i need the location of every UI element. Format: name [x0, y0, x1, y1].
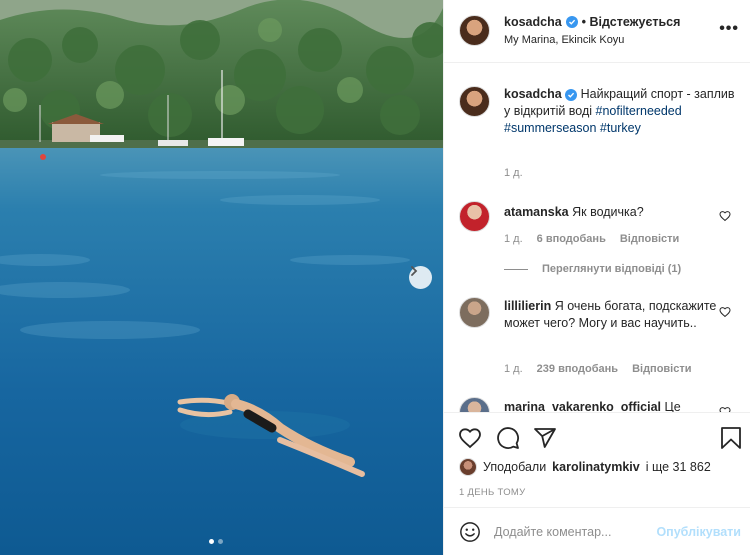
- share-send-icon[interactable]: [533, 426, 557, 450]
- add-comment-bar: Опублікувати: [444, 507, 750, 555]
- photo-scene: [0, 0, 443, 555]
- commenter-avatar[interactable]: [459, 397, 490, 412]
- carousel-dot: [218, 539, 223, 544]
- caption-avatar[interactable]: [459, 86, 490, 117]
- emoji-icon[interactable]: [459, 521, 481, 543]
- view-replies-label: Переглянути відповіді (1): [542, 263, 682, 275]
- caption-text: kosadcha Найкращий спорт - заплив у відк…: [504, 86, 740, 137]
- publish-button[interactable]: Опублікувати: [656, 525, 741, 539]
- liked-by-line: Уподобали karolinatymkiv і ще 31 862: [459, 458, 711, 476]
- comment-bubble-icon[interactable]: [496, 426, 520, 450]
- caption-meta: 1 д.: [504, 167, 523, 179]
- commenter-avatar[interactable]: [459, 297, 490, 328]
- more-options-icon[interactable]: •••: [719, 21, 739, 37]
- comment-username[interactable]: marina_vakarenko_official: [504, 400, 661, 412]
- carousel-next-button[interactable]: [409, 266, 432, 289]
- like-heart-icon[interactable]: [458, 426, 482, 450]
- comment-text: lillilierin Я очень богата, подскажите м…: [504, 298, 740, 332]
- hashtag-link[interactable]: #nofilterneeded: [596, 104, 682, 118]
- comment-meta: 1 д. 6 вподобань Відповісти: [504, 233, 679, 245]
- verified-badge-icon: [565, 89, 578, 101]
- replies-divider: [504, 268, 528, 270]
- comment-likes[interactable]: 6 вподобань: [537, 233, 606, 245]
- post-actions: Уподобали karolinatymkiv і ще 31 862 1 Д…: [444, 412, 750, 520]
- comment-username[interactable]: lillilierin: [504, 299, 551, 313]
- hashtag-link[interactable]: #summerseason: [504, 121, 596, 135]
- carousel-indicator: [209, 539, 223, 544]
- author-header-line: kosadcha • Відстежується: [504, 15, 680, 29]
- reply-button[interactable]: Відповісти: [620, 233, 679, 245]
- liked-by-prefix: Уподобали: [483, 460, 547, 474]
- liked-by-suffix[interactable]: і ще 31 862: [646, 460, 711, 474]
- comment-username[interactable]: atamanska: [504, 205, 569, 219]
- follow-status[interactable]: • Відстежується: [582, 15, 681, 29]
- caption-username[interactable]: kosadcha: [504, 87, 562, 101]
- post-header: kosadcha • Відстежується My Marina, Ekin…: [444, 0, 750, 63]
- comment-age[interactable]: 1 д.: [504, 363, 523, 375]
- post-photo[interactable]: [0, 0, 443, 555]
- comment-body: Як водичка?: [572, 205, 644, 219]
- liker-avatar[interactable]: [459, 458, 477, 476]
- comment-text: atamanska Як водичка?: [504, 204, 740, 221]
- comment-meta: 1 д. 239 вподобань Відповісти: [504, 363, 692, 375]
- post-sidebar: kosadcha • Відстежується My Marina, Ekin…: [443, 0, 750, 555]
- caption-age[interactable]: 1 д.: [504, 167, 523, 179]
- author-avatar[interactable]: [459, 15, 490, 46]
- verified-badge-icon: [565, 16, 578, 28]
- view-replies-button[interactable]: Переглянути відповіді (1): [504, 263, 681, 275]
- comment-likes[interactable]: 239 вподобань: [537, 363, 618, 375]
- save-bookmark-icon[interactable]: [720, 426, 742, 450]
- post-timestamp[interactable]: 1 ДЕНЬ ТОМУ: [459, 487, 525, 498]
- like-comment-heart-icon[interactable]: [719, 306, 731, 318]
- post-location[interactable]: My Marina, Ekincik Koyu: [504, 34, 624, 46]
- reply-button[interactable]: Відповісти: [632, 363, 691, 375]
- comments-list[interactable]: kosadcha Найкращий спорт - заплив у відк…: [444, 64, 750, 412]
- liked-by-user[interactable]: karolinatymkiv: [552, 460, 640, 474]
- author-username[interactable]: kosadcha: [504, 15, 562, 29]
- hashtag-link[interactable]: #turkey: [600, 121, 641, 135]
- comment-input[interactable]: [494, 521, 654, 543]
- carousel-dot-active: [209, 539, 214, 544]
- commenter-avatar[interactable]: [459, 201, 490, 232]
- comment-text: marina_vakarenko_official Це: [504, 399, 740, 412]
- chevron-right-icon: [411, 266, 418, 276]
- like-comment-heart-icon[interactable]: [719, 210, 731, 222]
- comment-age[interactable]: 1 д.: [504, 233, 523, 245]
- comment-body: Це: [664, 400, 681, 412]
